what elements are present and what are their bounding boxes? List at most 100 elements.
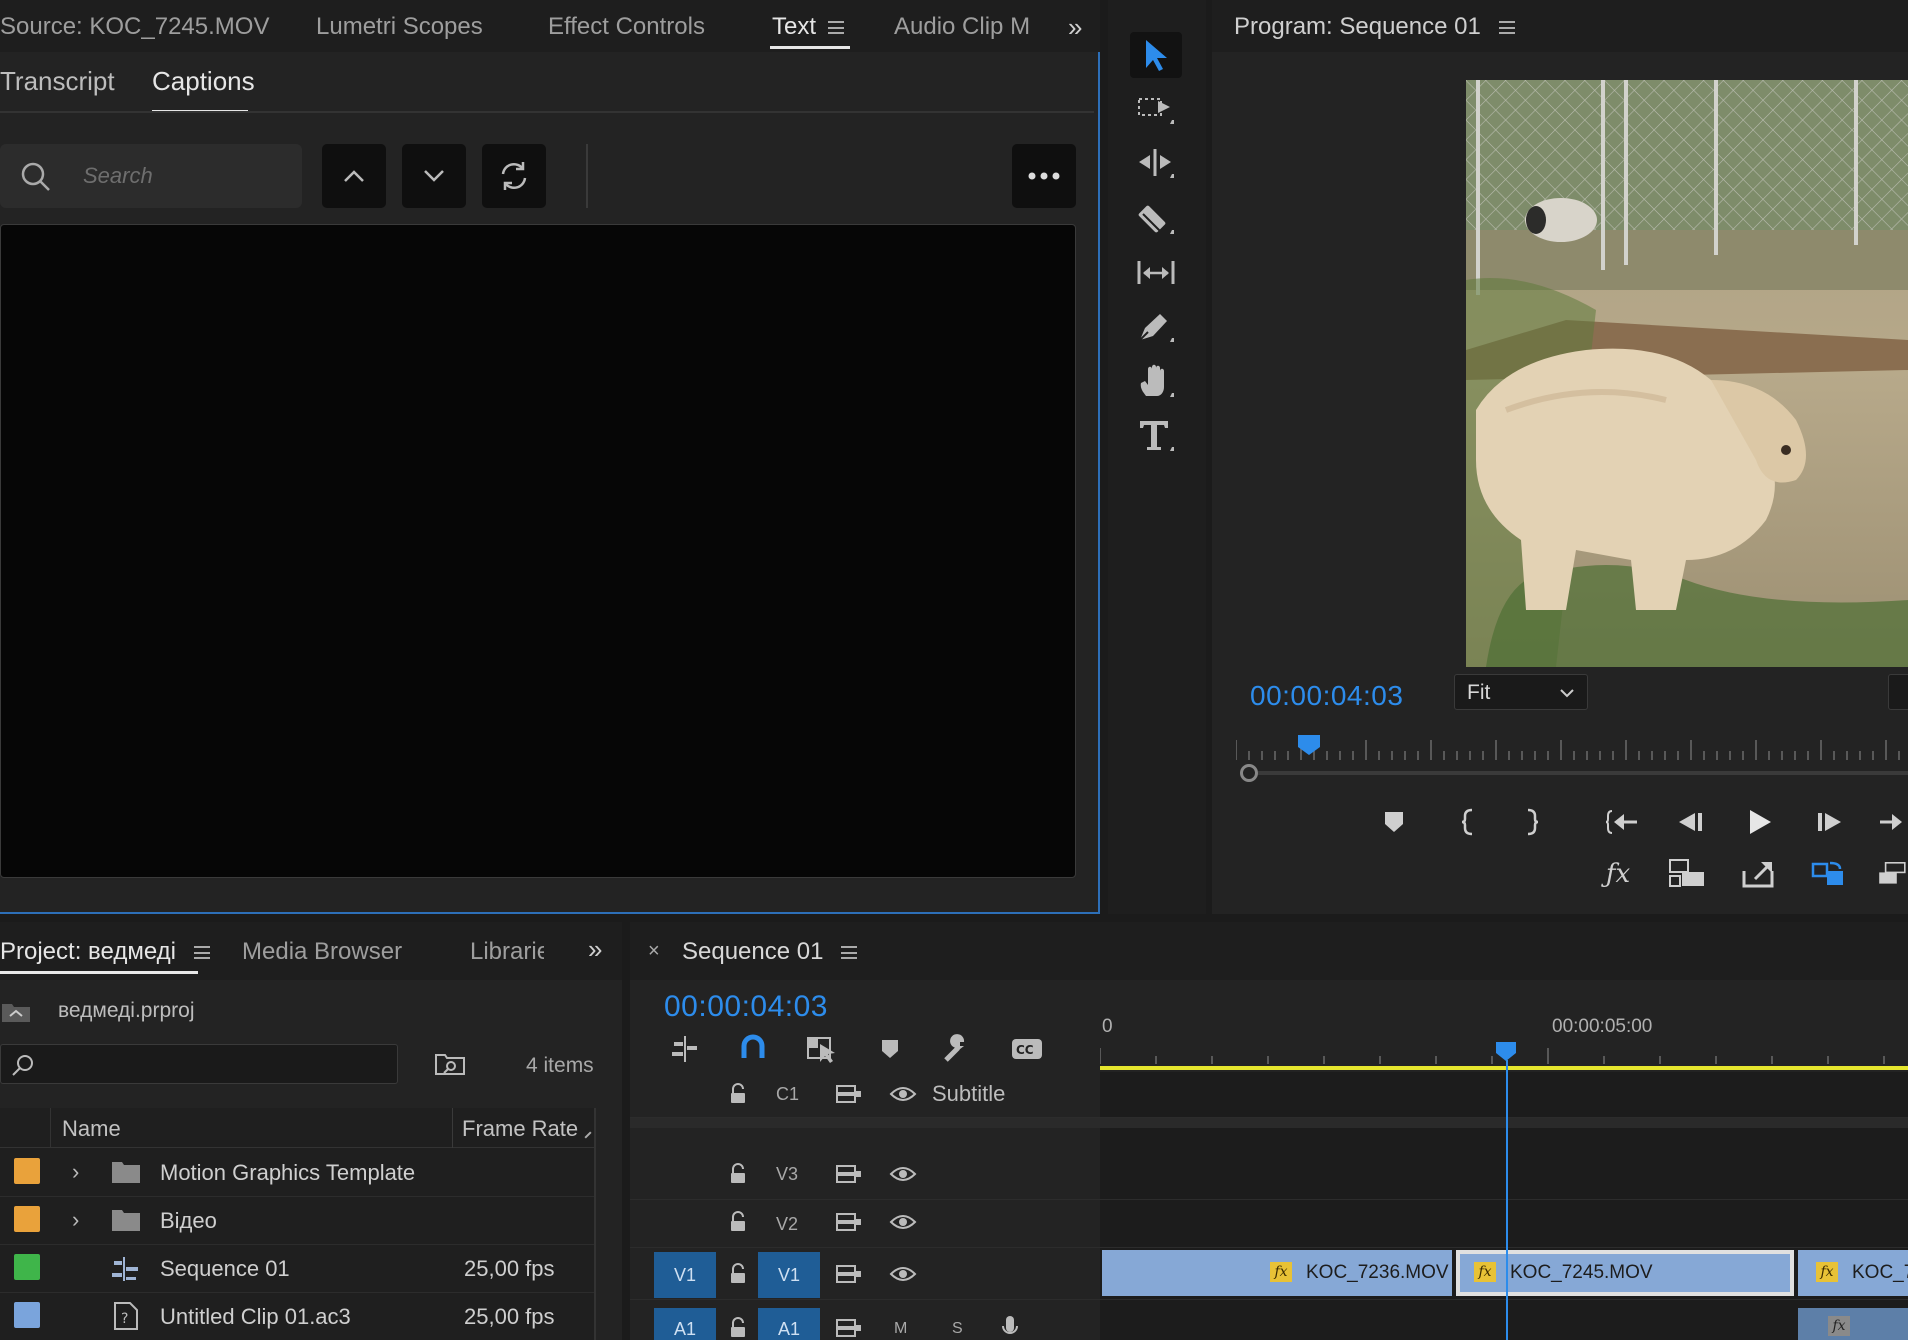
play-button[interactable] bbox=[1738, 800, 1782, 844]
linked-selection-toggle[interactable] bbox=[806, 1034, 838, 1064]
go-to-out-button[interactable] bbox=[1876, 800, 1908, 844]
audio-clip[interactable]: fx bbox=[1798, 1308, 1908, 1340]
track-target-c1[interactable]: C1 bbox=[776, 1084, 799, 1105]
step-forward-button[interactable] bbox=[1808, 800, 1852, 844]
source-patch-a1[interactable]: A1 bbox=[654, 1308, 716, 1340]
program-time-ruler[interactable] bbox=[1236, 730, 1908, 760]
pen-tool[interactable] bbox=[1130, 304, 1182, 350]
tab-libraries[interactable]: Librarie bbox=[470, 938, 544, 966]
program-zoom-scrollbar[interactable] bbox=[1240, 764, 1908, 782]
timeline-timecode[interactable]: 00:00:04:03 bbox=[664, 990, 828, 1024]
subtab-captions[interactable]: Captions bbox=[152, 66, 255, 97]
sync-lock-icon[interactable] bbox=[834, 1160, 864, 1188]
type-tool[interactable] bbox=[1130, 412, 1182, 458]
mark-out-button[interactable] bbox=[1510, 800, 1554, 844]
lock-icon[interactable] bbox=[724, 1208, 752, 1236]
razor-tool[interactable] bbox=[1130, 196, 1182, 242]
insert-button[interactable] bbox=[1666, 852, 1710, 896]
step-back-button[interactable] bbox=[1668, 800, 1712, 844]
comparison-view-button[interactable] bbox=[1806, 852, 1850, 896]
resolution-select[interactable] bbox=[1888, 674, 1908, 710]
project-search-input[interactable] bbox=[0, 1044, 398, 1084]
find-button[interactable] bbox=[434, 1050, 466, 1076]
mark-in-button[interactable] bbox=[1446, 800, 1490, 844]
timeline-panel-menu-icon[interactable] bbox=[841, 946, 858, 960]
overflow-tabs-icon[interactable]: » bbox=[1068, 12, 1082, 43]
panel-menu-icon[interactable] bbox=[828, 21, 845, 35]
track-target-v3[interactable]: V3 bbox=[776, 1164, 798, 1185]
tab-effect-controls[interactable]: Effect Controls bbox=[548, 13, 705, 41]
tab-sequence[interactable]: Sequence 01 bbox=[682, 938, 858, 966]
next-caption-button[interactable] bbox=[402, 144, 466, 208]
captions-display-button[interactable]: CC bbox=[1010, 1036, 1044, 1062]
tab-text[interactable]: Text bbox=[772, 13, 845, 41]
program-playhead[interactable] bbox=[1296, 733, 1322, 757]
hand-tool[interactable] bbox=[1130, 358, 1182, 404]
mute-track-button[interactable]: M bbox=[894, 1320, 907, 1338]
project-panel-menu-icon[interactable] bbox=[194, 946, 210, 960]
source-patch-v1[interactable]: V1 bbox=[654, 1252, 716, 1298]
ripple-edit-tool[interactable] bbox=[1130, 140, 1182, 186]
close-sequence-icon[interactable]: × bbox=[648, 940, 660, 963]
eye-icon[interactable] bbox=[888, 1080, 918, 1108]
label-color-swatch[interactable] bbox=[14, 1254, 40, 1280]
track-select-tool[interactable] bbox=[1130, 86, 1182, 132]
lock-icon[interactable] bbox=[724, 1260, 752, 1288]
track-target-v2[interactable]: V2 bbox=[776, 1214, 798, 1235]
lock-icon[interactable] bbox=[724, 1160, 752, 1188]
previous-caption-button[interactable] bbox=[322, 144, 386, 208]
tab-media-browser[interactable]: Media Browser bbox=[242, 938, 402, 966]
track-target-a1[interactable]: A1 bbox=[758, 1308, 820, 1340]
sync-lock-icon[interactable] bbox=[834, 1260, 864, 1288]
scrollbar-handle[interactable] bbox=[1240, 764, 1258, 782]
zoom-select[interactable]: Fit bbox=[1454, 674, 1588, 710]
subtab-transcript[interactable]: Transcript bbox=[0, 66, 115, 97]
track-target-v1[interactable]: V1 bbox=[758, 1252, 820, 1298]
list-item[interactable]: › Відео bbox=[0, 1197, 594, 1245]
program-timecode[interactable]: 00:00:04:03 bbox=[1250, 680, 1403, 712]
program-panel-menu-icon[interactable] bbox=[1498, 21, 1515, 35]
microphone-icon[interactable] bbox=[996, 1314, 1024, 1340]
eye-icon[interactable] bbox=[888, 1160, 918, 1188]
go-to-in-button[interactable] bbox=[1600, 800, 1644, 844]
export-frame-button[interactable] bbox=[1736, 852, 1780, 896]
label-color-swatch[interactable] bbox=[14, 1158, 40, 1184]
solo-track-button[interactable]: S bbox=[952, 1320, 963, 1338]
add-marker-button[interactable] bbox=[880, 1038, 900, 1060]
selection-tool[interactable] bbox=[1130, 32, 1182, 78]
sync-lock-icon[interactable] bbox=[834, 1316, 864, 1340]
timeline-settings-button[interactable] bbox=[942, 1034, 972, 1064]
timeline-clip[interactable]: fx KOC_7 bbox=[1798, 1250, 1908, 1296]
snap-toggle[interactable] bbox=[738, 1034, 768, 1064]
list-item[interactable]: › Motion Graphics Template bbox=[0, 1149, 594, 1197]
label-color-swatch[interactable] bbox=[14, 1302, 40, 1328]
lock-icon[interactable] bbox=[724, 1316, 752, 1340]
toggle-proxies-button[interactable]: ƒx bbox=[1596, 852, 1640, 896]
eye-icon[interactable] bbox=[888, 1260, 918, 1288]
list-item[interactable]: ? Untitled Clip 01.ac3 25,00 fps bbox=[0, 1293, 594, 1340]
overflow-tabs-icon[interactable]: » bbox=[588, 934, 602, 965]
slip-tool[interactable] bbox=[1130, 250, 1182, 296]
lock-icon[interactable] bbox=[724, 1080, 752, 1108]
captions-search-field[interactable]: Search bbox=[0, 144, 302, 208]
bin-up-icon[interactable] bbox=[0, 998, 32, 1024]
tab-audio-clip-mixer[interactable]: Audio Clip M bbox=[894, 13, 1030, 41]
timeline-clip[interactable]: fx KOC_7236.MOV bbox=[1102, 1250, 1452, 1296]
insert-nest-button[interactable] bbox=[670, 1034, 700, 1064]
work-area-bar[interactable] bbox=[1100, 1066, 1908, 1070]
list-scrollbar[interactable] bbox=[594, 1108, 596, 1340]
column-frame-rate[interactable]: Frame Rate bbox=[462, 1116, 578, 1142]
overwrite-button[interactable] bbox=[1876, 852, 1908, 896]
chevron-right-icon[interactable]: › bbox=[72, 1207, 79, 1233]
tab-lumetri-scopes[interactable]: Lumetri Scopes bbox=[316, 13, 483, 41]
column-name[interactable]: Name bbox=[62, 1116, 121, 1142]
list-item[interactable]: Sequence 01 25,00 fps bbox=[0, 1245, 594, 1293]
add-marker-button[interactable] bbox=[1372, 800, 1416, 844]
chevron-right-icon[interactable]: › bbox=[72, 1159, 79, 1185]
sync-lock-icon[interactable] bbox=[834, 1080, 864, 1108]
more-options-button[interactable] bbox=[1012, 144, 1076, 208]
sync-lock-icon[interactable] bbox=[834, 1208, 864, 1236]
eye-icon[interactable] bbox=[888, 1208, 918, 1236]
replace-button[interactable] bbox=[482, 144, 546, 208]
captions-list-area[interactable] bbox=[0, 224, 1076, 878]
